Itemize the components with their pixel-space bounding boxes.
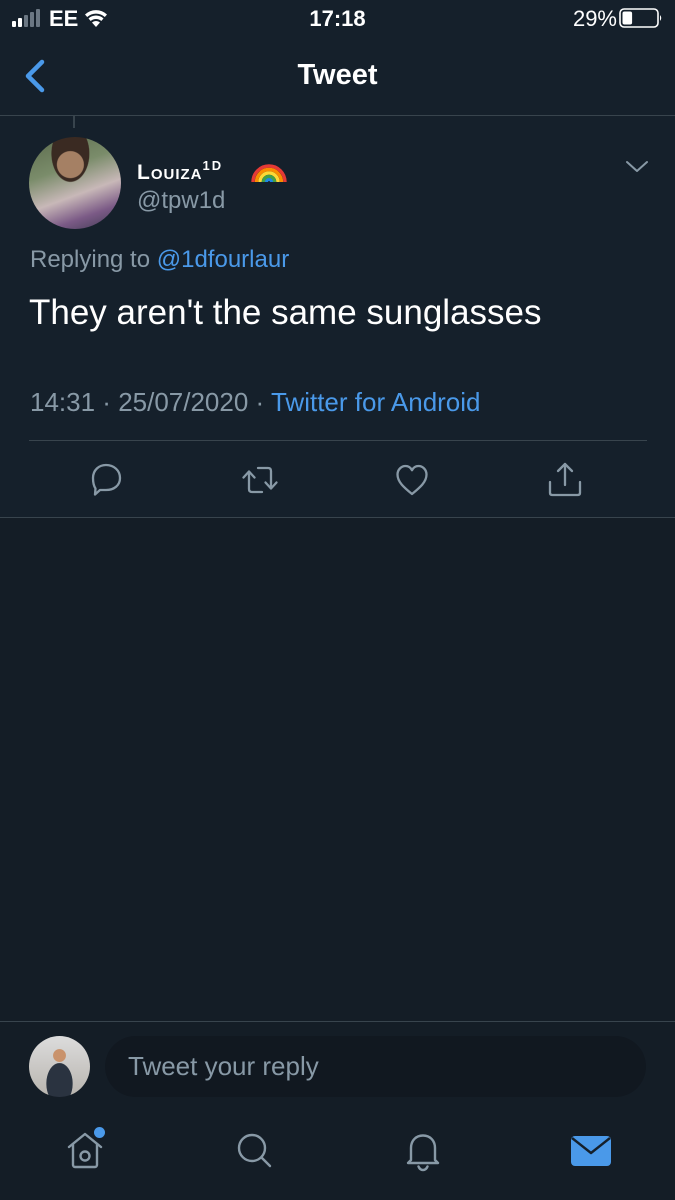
author-avatar[interactable] [29,137,121,229]
tweet-text: They aren't the same sunglasses [29,293,542,332]
retweet-icon[interactable] [240,458,280,502]
replying-to-line: Replying to @1dfourlaur [30,246,289,274]
rainbow-emoji-icon [251,164,287,183]
battery-icon [619,8,662,28]
reply-icon[interactable] [86,458,126,502]
user-avatar[interactable] [29,1036,90,1097]
thread-connector [73,116,75,128]
tweet-metadata: 14:31 · 25/07/2020 · Twitter for Android [30,387,481,417]
like-icon[interactable] [392,458,432,502]
bottom-tab-bar [0,1110,675,1200]
tweet-date: 25/07/2020 [118,387,249,417]
battery-percent: 29% [572,6,617,31]
tweet-source-link[interactable]: Twitter for Android [271,387,481,417]
author-handle[interactable]: @tpw1d [137,187,225,215]
reply-input[interactable] [105,1036,646,1097]
share-icon[interactable] [545,458,585,502]
replying-prefix: Replying to [30,246,151,273]
replying-to-link[interactable]: @1dfourlaur [157,246,289,273]
home-notification-dot [94,1127,105,1138]
tweet-actions [0,458,675,502]
top-navigation: Tweet [0,40,675,116]
status-bar: EE 17:18 29% [0,0,675,36]
author-display-name[interactable]: Louiza1D [137,158,223,185]
messages-icon[interactable] [569,1126,613,1174]
divider [29,440,647,441]
chevron-down-icon[interactable] [624,156,650,176]
page-title: Tweet [297,59,378,91]
notifications-icon[interactable] [401,1126,445,1174]
tweet-time: 14:31 [30,387,96,417]
search-icon[interactable] [232,1126,276,1174]
display-name-superscript: 1D [202,158,224,173]
divider [0,517,675,518]
